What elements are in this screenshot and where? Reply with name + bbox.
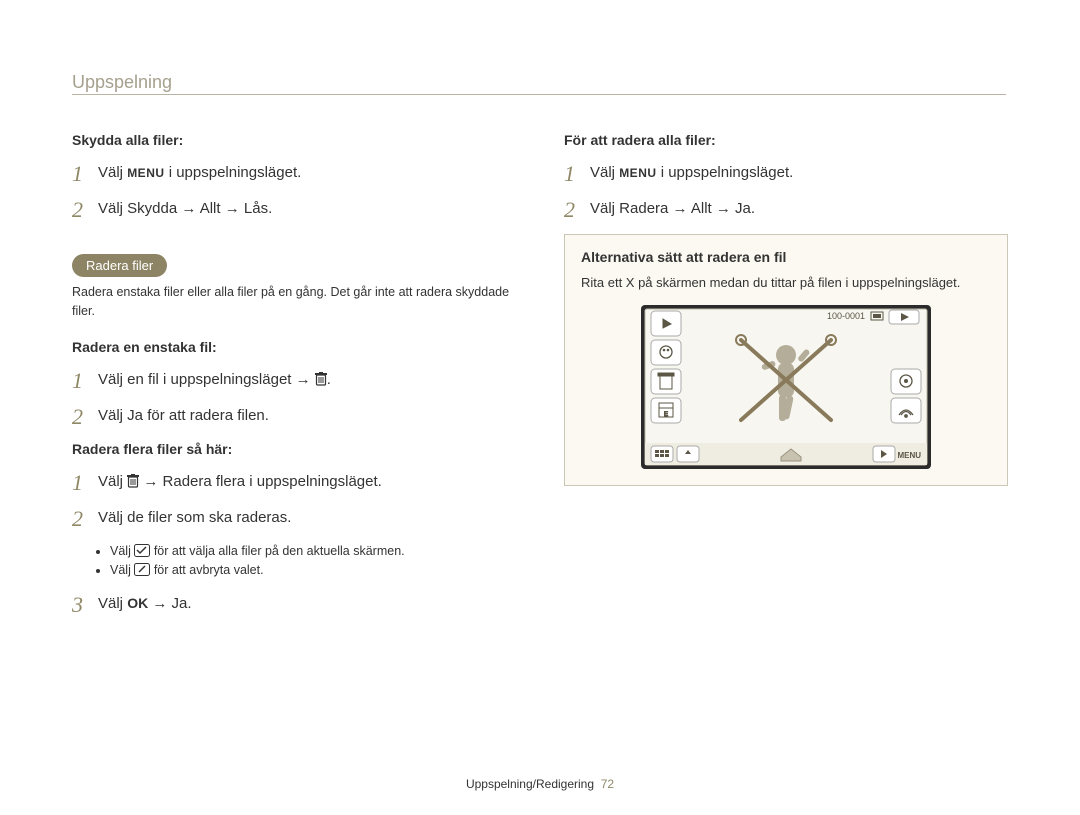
multi-step-3: 3 Välj OK → Ja. <box>72 593 516 617</box>
multi-title: Radera ﬂera ﬁler så här: <box>72 441 516 457</box>
step-text: Välj Radera → Allt → Ja. <box>590 198 755 219</box>
step-number: 1 <box>564 162 590 186</box>
bullet-select-all: Välj för att välja alla ﬁler på den aktu… <box>110 544 516 560</box>
step-text: Välj en ﬁl i uppspelningsläget → . <box>98 369 331 392</box>
menu-label: MENU <box>897 451 921 460</box>
breadcrumb: Uppspelning <box>72 72 172 93</box>
tip-title: Alternativa sätt att radera en ﬁl <box>581 249 991 265</box>
single-step-1: 1 Välj en ﬁl i uppspelningsläget → . <box>72 369 516 393</box>
sub-bullets: Välj för att välja alla ﬁler på den aktu… <box>102 544 516 579</box>
tip-box: Alternativa sätt att radera en ﬁl Rita e… <box>564 234 1008 486</box>
step-number: 2 <box>564 198 590 222</box>
step-number: 2 <box>72 507 98 531</box>
left-column: Skydda alla ﬁler: 1 Välj MENU i uppspeln… <box>72 70 516 629</box>
ok-glyph: OK <box>127 595 148 611</box>
bullet-cancel: Välj för att avbryta valet. <box>110 563 516 579</box>
menu-glyph: MENU <box>127 166 164 180</box>
cancel-select-icon <box>134 563 150 579</box>
step-number: 3 <box>72 593 98 617</box>
multi-step-2: 2 Välj de ﬁler som ska raderas. <box>72 507 516 531</box>
menu-glyph: MENU <box>619 166 656 180</box>
step-text: Välj de ﬁler som ska raderas. <box>98 507 291 528</box>
section-desc: Radera enstaka ﬁler eller alla ﬁler på e… <box>72 283 516 321</box>
multi-step-1: 1 Välj → Radera ﬂera i uppspelningsläget… <box>72 471 516 495</box>
screen-illustration: 100-0001 <box>581 305 991 469</box>
single-title: Radera en enstaka ﬁl: <box>72 339 516 355</box>
step-text: Välj MENU i uppspelningsläget. <box>98 162 301 183</box>
trash-icon <box>315 371 327 392</box>
delete-all-title: För att radera alla ﬁler: <box>564 132 1008 148</box>
step-number: 1 <box>72 162 98 186</box>
page-footer: Uppspelning/Redigering 72 <box>0 777 1080 791</box>
protect-step-2: 2 Välj Skydda → Allt → Lås. <box>72 198 516 222</box>
delete-all-step-2: 2 Välj Radera → Allt → Ja. <box>564 198 1008 222</box>
step-number: 2 <box>72 405 98 429</box>
step-text: Välj Ja för att radera ﬁlen. <box>98 405 269 426</box>
protect-step-1: 1 Välj MENU i uppspelningsläget. <box>72 162 516 186</box>
file-counter-label: 100-0001 <box>827 311 865 321</box>
divider <box>72 94 1006 95</box>
section-badge: Radera ﬁler <box>72 254 167 277</box>
step-text: Välj MENU i uppspelningsläget. <box>590 162 793 183</box>
svg-text:E: E <box>664 412 668 418</box>
single-step-2: 2 Välj Ja för att radera ﬁlen. <box>72 405 516 429</box>
page-body: Skydda alla ﬁler: 1 Välj MENU i uppspeln… <box>0 0 1080 649</box>
step-number: 1 <box>72 471 98 495</box>
step-text: Välj → Radera ﬂera i uppspelningsläget. <box>98 471 382 494</box>
right-column: För att radera alla ﬁler: 1 Välj MENU i … <box>564 70 1008 629</box>
trash-icon <box>127 473 139 494</box>
step-number: 1 <box>72 369 98 393</box>
step-text: Välj OK → Ja. <box>98 593 192 614</box>
step-number: 2 <box>72 198 98 222</box>
step-text: Välj Skydda → Allt → Lås. <box>98 198 272 219</box>
protect-all-title: Skydda alla ﬁler: <box>72 132 516 148</box>
tip-text: Rita ett X på skärmen medan du tittar på… <box>581 273 991 293</box>
delete-all-step-1: 1 Välj MENU i uppspelningsläget. <box>564 162 1008 186</box>
play-icon <box>889 310 919 324</box>
select-all-icon <box>134 544 150 560</box>
